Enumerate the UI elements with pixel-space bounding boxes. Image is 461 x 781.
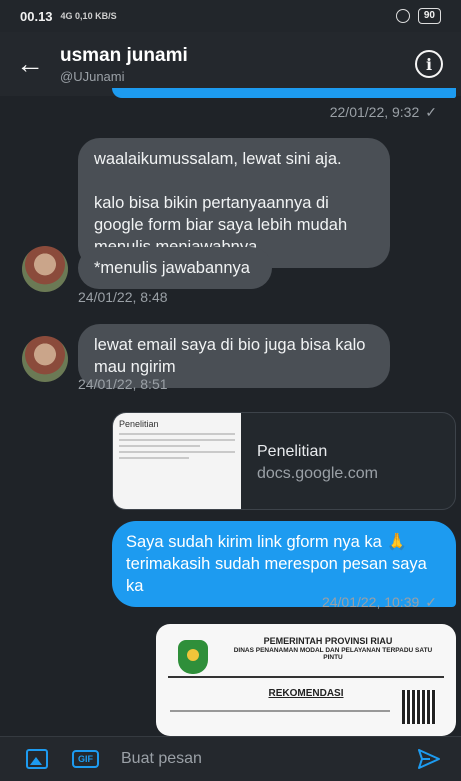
link-preview-domain: docs.google.com: [257, 465, 378, 482]
conversation-header: ← usman junami @UJunami i: [0, 32, 461, 96]
contact-title[interactable]: usman junami @UJunami: [60, 45, 415, 84]
province-logo-icon: [178, 640, 208, 674]
timestamp-received-1: 24/01/22, 8:48: [78, 289, 168, 305]
sent-bubble-previous[interactable]: [112, 88, 456, 98]
timestamp-received-2: 24/01/22, 8:51: [78, 376, 168, 392]
message-input[interactable]: Buat pesan: [121, 750, 417, 768]
link-preview-thumbnail: Penelitian: [113, 413, 241, 509]
back-arrow-icon[interactable]: ←: [0, 48, 60, 80]
contact-handle: @UJunami: [60, 68, 125, 84]
link-preview-title: Penelitian: [257, 443, 328, 460]
info-icon[interactable]: i: [415, 50, 443, 78]
qr-code-icon: [402, 690, 436, 724]
alarm-icon: [395, 9, 410, 23]
status-time: 00.13: [20, 8, 53, 24]
received-message-2[interactable]: *menulis jawabannya: [78, 247, 272, 289]
timestamp-sent-2: 24/01/22, 10:39 ✓: [321, 594, 437, 610]
checkmark-icon: ✓: [425, 594, 437, 610]
battery-indicator: 90: [417, 8, 441, 24]
gif-icon[interactable]: GIF: [72, 750, 99, 768]
image-icon[interactable]: [26, 749, 48, 769]
send-icon[interactable]: [417, 747, 441, 771]
checkmark-icon: ✓: [425, 104, 437, 120]
compose-bar: GIF Buat pesan: [0, 736, 461, 781]
avatar[interactable]: [22, 336, 68, 382]
contact-name: usman junami: [60, 44, 188, 66]
document-line-2: DINAS PENANAMAN MODAL DAN PELAYANAN TERP…: [233, 647, 433, 661]
avatar[interactable]: [22, 246, 68, 292]
link-preview-card[interactable]: Penelitian Penelitian docs.google.com: [112, 412, 456, 510]
message-list[interactable]: 22/01/22, 9:32 ✓ waalaikumussalam, lewat …: [0, 88, 461, 736]
document-line-1: PEMERINTAH PROVINSI RIAU: [263, 636, 393, 646]
document-image-attachment[interactable]: PEMERINTAH PROVINSI RIAU DINAS PENANAMAN…: [156, 624, 456, 736]
status-bar: 00.13 4G 0,10 KB/S 90: [0, 0, 461, 32]
timestamp-sent-1: 22/01/22, 9:32 ✓: [329, 104, 437, 120]
network-indicator: 4G 0,10 KB/S: [60, 10, 117, 21]
